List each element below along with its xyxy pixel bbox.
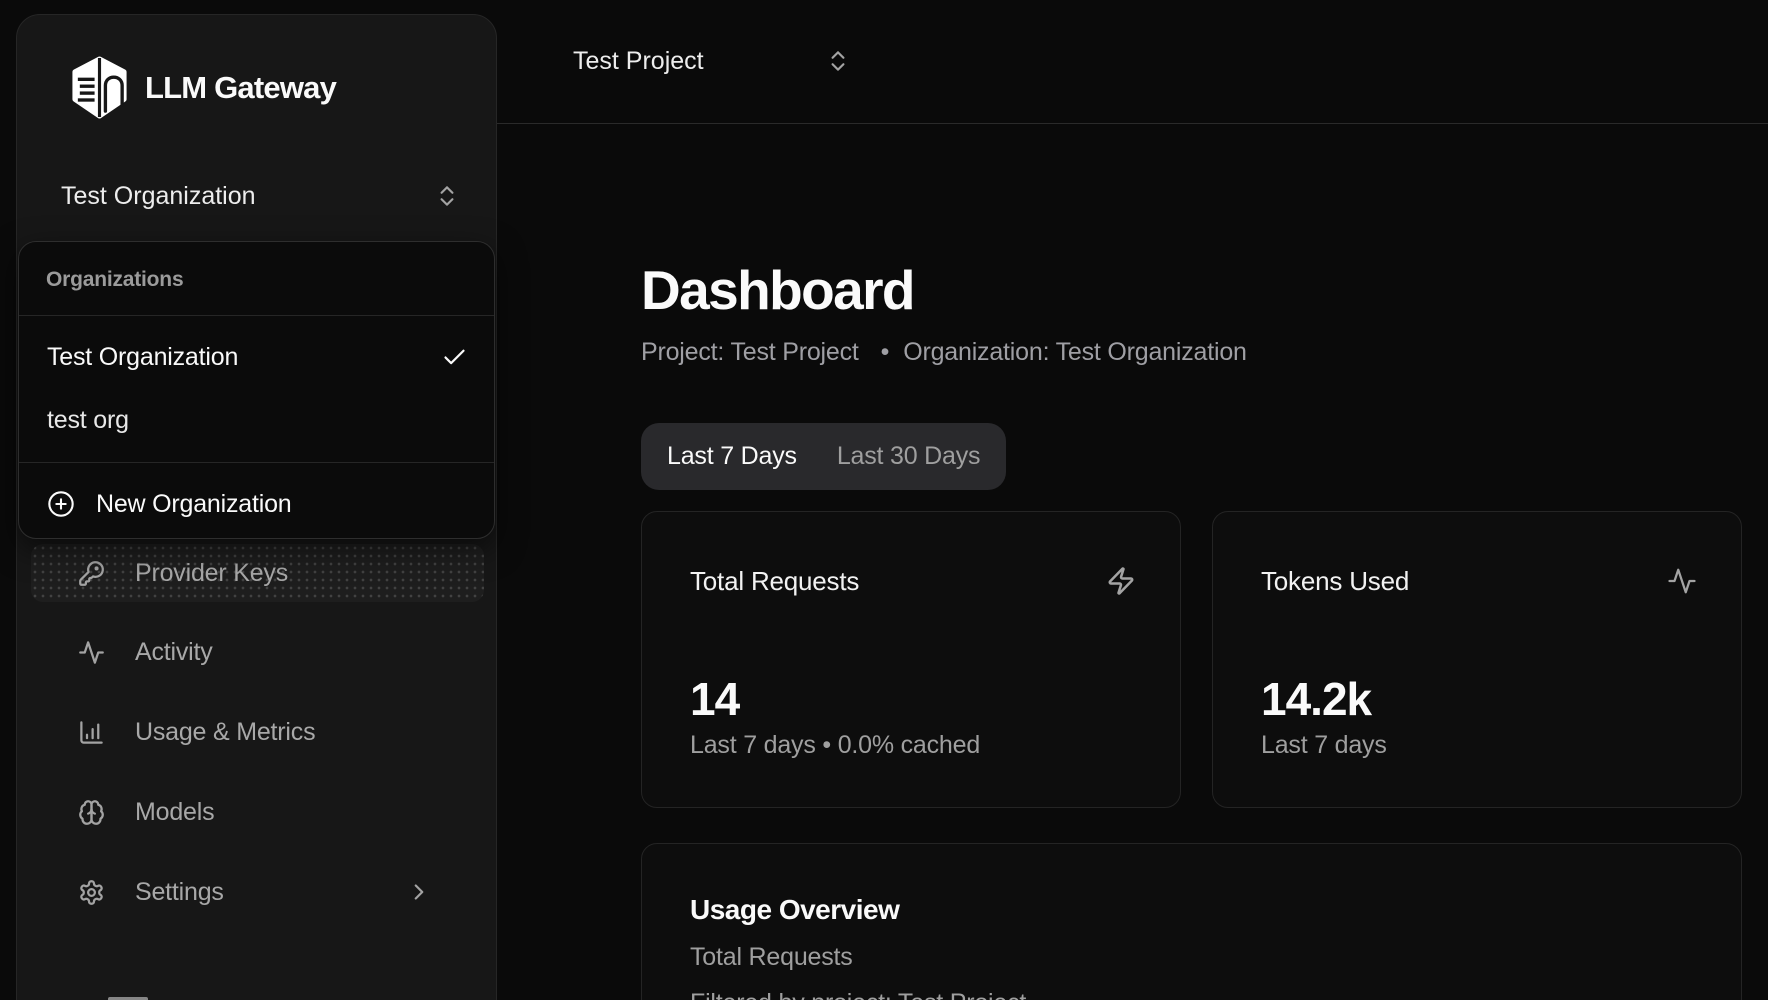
bar-chart-icon bbox=[78, 719, 105, 746]
sidebar-item-provider-keys[interactable]: Provider Keys bbox=[31, 544, 484, 602]
app-root: LLM Gateway Test Organization Organizati… bbox=[0, 0, 1768, 1000]
llm-gateway-logo-icon bbox=[68, 56, 131, 119]
org-menu-heading: Organizations bbox=[46, 268, 183, 292]
zap-icon bbox=[1106, 566, 1136, 596]
organization-selector[interactable]: Test Organization bbox=[45, 167, 470, 225]
date-range-tabs: Last 7 Days Last 30 Days bbox=[641, 423, 1006, 490]
card-subtext: Last 7 days • 0.0% cached bbox=[690, 731, 980, 760]
usage-overview-filter-note: Filtered by project: Test Project bbox=[690, 989, 1026, 1000]
chevron-right-icon bbox=[406, 879, 432, 905]
activity-icon bbox=[78, 639, 105, 666]
new-organization-button[interactable]: New Organization bbox=[27, 478, 488, 530]
card-title: Tokens Used bbox=[1261, 566, 1409, 597]
sidebar-item-settings[interactable]: Settings bbox=[31, 863, 484, 921]
gear-icon bbox=[78, 879, 105, 906]
usage-overview-title: Usage Overview bbox=[690, 894, 899, 926]
key-icon bbox=[78, 560, 105, 587]
subtitle-separator: • bbox=[881, 338, 890, 367]
total-requests-card: Total Requests 14 Last 7 days • 0.0% cac… bbox=[641, 511, 1181, 808]
card-value: 14 bbox=[690, 672, 739, 726]
organization-selector-value: Test Organization bbox=[61, 182, 256, 211]
sidebar-item-label: Models bbox=[135, 798, 214, 827]
check-icon bbox=[441, 344, 468, 371]
subtitle-project: Project: Test Project bbox=[641, 338, 859, 367]
brand-name: LLM Gateway bbox=[145, 70, 336, 106]
sidebar-item-label: Activity bbox=[135, 638, 213, 667]
organization-dropdown-menu: Organizations Test Organization test org… bbox=[18, 241, 495, 539]
menu-divider bbox=[19, 462, 494, 463]
sidebar: LLM Gateway Test Organization Organizati… bbox=[16, 14, 497, 1000]
topbar: Test Project bbox=[497, 0, 1768, 124]
page-subtitle: Project: Test Project • Organization: Te… bbox=[641, 338, 1247, 367]
sidebar-item-label: Provider Keys bbox=[135, 559, 288, 588]
subtitle-organization: Organization: Test Organization bbox=[903, 338, 1247, 367]
brand-logo: LLM Gateway bbox=[68, 56, 336, 119]
card-value: 14.2k bbox=[1261, 672, 1371, 726]
org-menu-item-label: Test Organization bbox=[47, 343, 238, 372]
activity-icon bbox=[1667, 566, 1697, 596]
project-selector[interactable]: Test Project bbox=[557, 30, 857, 92]
sidebar-item-usage-metrics[interactable]: Usage & Metrics bbox=[31, 703, 484, 761]
chevrons-up-down-icon bbox=[825, 48, 851, 74]
brain-icon bbox=[78, 799, 105, 826]
tab-last-30-days[interactable]: Last 30 Days bbox=[837, 442, 981, 471]
org-menu-item-test-org[interactable]: test org bbox=[27, 394, 488, 446]
new-organization-label: New Organization bbox=[96, 490, 292, 519]
card-title: Total Requests bbox=[690, 566, 859, 597]
org-menu-item-test-organization[interactable]: Test Organization bbox=[27, 331, 488, 383]
page-title: Dashboard bbox=[641, 258, 914, 322]
usage-overview-card: Usage Overview Total Requests Filtered b… bbox=[641, 843, 1742, 1000]
stat-cards-row: Total Requests 14 Last 7 days • 0.0% cac… bbox=[641, 511, 1742, 808]
sidebar-item-activity[interactable]: Activity bbox=[31, 623, 484, 681]
usage-overview-subtitle: Total Requests bbox=[690, 943, 853, 972]
menu-divider bbox=[19, 315, 494, 316]
tab-last-7-days[interactable]: Last 7 Days bbox=[667, 442, 797, 471]
project-selector-value: Test Project bbox=[573, 47, 704, 76]
org-menu-item-label: test org bbox=[47, 406, 129, 435]
sidebar-item-label: Usage & Metrics bbox=[135, 718, 315, 747]
plus-circle-icon bbox=[47, 490, 75, 518]
sidebar-item-models[interactable]: Models bbox=[31, 783, 484, 841]
chevrons-up-down-icon bbox=[434, 183, 460, 209]
tokens-used-card: Tokens Used 14.2k Last 7 days bbox=[1212, 511, 1742, 808]
card-subtext: Last 7 days bbox=[1261, 731, 1387, 760]
sidebar-item-label: Settings bbox=[135, 878, 224, 907]
